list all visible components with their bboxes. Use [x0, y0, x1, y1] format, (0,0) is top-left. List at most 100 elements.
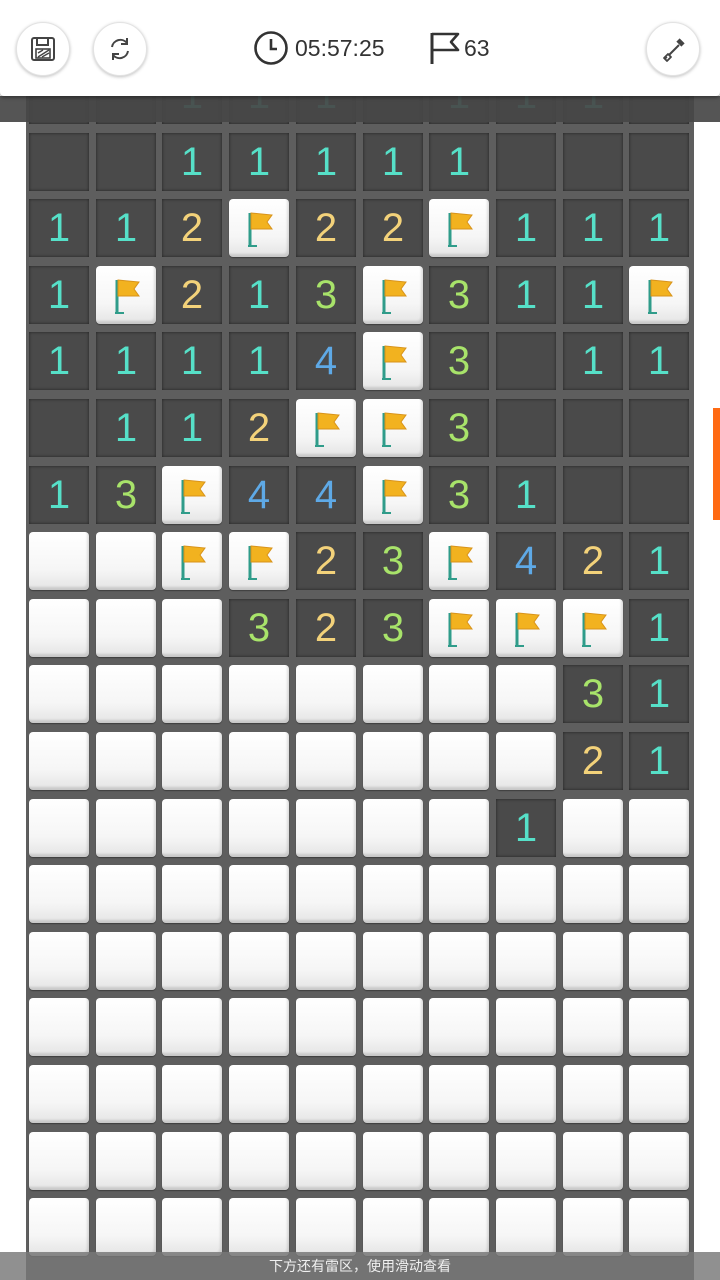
cell-number[interactable]: 1 — [162, 399, 222, 457]
cell-hidden[interactable] — [162, 599, 222, 657]
cell-hidden[interactable] — [96, 665, 156, 723]
cell-hidden[interactable] — [296, 1065, 356, 1123]
cell-number[interactable]: 1 — [563, 199, 623, 257]
cell-number[interactable]: 1 — [229, 332, 289, 390]
cell-flagged[interactable] — [162, 466, 222, 524]
cell-number[interactable]: 1 — [96, 332, 156, 390]
cell-hidden[interactable] — [363, 799, 423, 857]
cell-hidden[interactable] — [229, 1132, 289, 1190]
cell-hidden[interactable] — [29, 665, 89, 723]
cell-empty[interactable] — [496, 332, 556, 390]
cell-hidden[interactable] — [496, 1065, 556, 1123]
cell-hidden[interactable] — [229, 932, 289, 990]
cell-hidden[interactable] — [229, 665, 289, 723]
cell-hidden[interactable] — [29, 865, 89, 923]
cell-hidden[interactable] — [29, 1198, 89, 1256]
cell-flagged[interactable] — [162, 532, 222, 590]
cell-hidden[interactable] — [29, 799, 89, 857]
cell-hidden[interactable] — [96, 865, 156, 923]
cell-hidden[interactable] — [162, 1132, 222, 1190]
cell-hidden[interactable] — [429, 865, 489, 923]
cell-hidden[interactable] — [629, 865, 689, 923]
cell-hidden[interactable] — [629, 932, 689, 990]
cell-flagged[interactable] — [363, 332, 423, 390]
cell-number[interactable]: 3 — [96, 466, 156, 524]
cell-number[interactable]: 1 — [96, 399, 156, 457]
cell-hidden[interactable] — [229, 998, 289, 1056]
cell-number[interactable]: 3 — [363, 599, 423, 657]
cell-hidden[interactable] — [29, 1065, 89, 1123]
cell-hidden[interactable] — [96, 1198, 156, 1256]
cell-hidden[interactable] — [429, 1065, 489, 1123]
cell-number[interactable]: 2 — [162, 199, 222, 257]
cell-hidden[interactable] — [96, 932, 156, 990]
cell-hidden[interactable] — [363, 732, 423, 790]
cell-hidden[interactable] — [563, 1132, 623, 1190]
cell-hidden[interactable] — [496, 1132, 556, 1190]
cell-hidden[interactable] — [29, 1132, 89, 1190]
cell-hidden[interactable] — [363, 1065, 423, 1123]
cell-hidden[interactable] — [296, 732, 356, 790]
cell-hidden[interactable] — [363, 998, 423, 1056]
cell-hidden[interactable] — [229, 865, 289, 923]
cell-flagged[interactable] — [429, 199, 489, 257]
cell-hidden[interactable] — [496, 1198, 556, 1256]
cell-hidden[interactable] — [162, 998, 222, 1056]
cell-hidden[interactable] — [96, 599, 156, 657]
cell-number[interactable]: 1 — [162, 133, 222, 191]
cell-hidden[interactable] — [229, 1198, 289, 1256]
cell-hidden[interactable] — [363, 865, 423, 923]
cell-number[interactable]: 2 — [296, 199, 356, 257]
cell-hidden[interactable] — [96, 1065, 156, 1123]
cell-hidden[interactable] — [296, 932, 356, 990]
cell-hidden[interactable] — [96, 532, 156, 590]
cell-hidden[interactable] — [429, 665, 489, 723]
cell-hidden[interactable] — [563, 799, 623, 857]
scrollbar[interactable] — [713, 408, 720, 520]
cell-hidden[interactable] — [296, 665, 356, 723]
cell-empty[interactable] — [629, 466, 689, 524]
cell-hidden[interactable] — [96, 799, 156, 857]
cell-hidden[interactable] — [429, 1198, 489, 1256]
cell-number[interactable]: 1 — [629, 665, 689, 723]
cell-hidden[interactable] — [162, 799, 222, 857]
cell-number[interactable]: 4 — [229, 466, 289, 524]
cell-empty[interactable] — [563, 399, 623, 457]
cell-number[interactable]: 1 — [629, 532, 689, 590]
cell-flagged[interactable] — [363, 399, 423, 457]
cell-number[interactable]: 3 — [429, 466, 489, 524]
cell-flagged[interactable] — [363, 466, 423, 524]
cell-number[interactable]: 1 — [629, 332, 689, 390]
cell-hidden[interactable] — [496, 865, 556, 923]
cell-empty[interactable] — [29, 133, 89, 191]
cell-number[interactable]: 4 — [496, 532, 556, 590]
cell-number[interactable]: 1 — [162, 332, 222, 390]
cell-hidden[interactable] — [629, 1132, 689, 1190]
cell-hidden[interactable] — [162, 1065, 222, 1123]
cell-hidden[interactable] — [229, 732, 289, 790]
cell-number[interactable]: 3 — [296, 266, 356, 324]
cell-hidden[interactable] — [629, 1198, 689, 1256]
cell-hidden[interactable] — [496, 665, 556, 723]
cell-number[interactable]: 2 — [296, 599, 356, 657]
cell-flagged[interactable] — [429, 599, 489, 657]
cell-hidden[interactable] — [96, 732, 156, 790]
cell-flagged[interactable] — [429, 532, 489, 590]
cell-number[interactable]: 3 — [429, 399, 489, 457]
cell-hidden[interactable] — [563, 932, 623, 990]
cell-hidden[interactable] — [296, 865, 356, 923]
cell-number[interactable]: 1 — [96, 199, 156, 257]
cell-hidden[interactable] — [29, 932, 89, 990]
cell-number[interactable]: 1 — [496, 799, 556, 857]
cell-empty[interactable] — [563, 133, 623, 191]
cell-number[interactable]: 1 — [363, 133, 423, 191]
cell-number[interactable]: 3 — [363, 532, 423, 590]
cell-number[interactable]: 1 — [563, 332, 623, 390]
dig-mode-button[interactable] — [646, 22, 700, 76]
cell-hidden[interactable] — [429, 998, 489, 1056]
cell-number[interactable]: 1 — [29, 466, 89, 524]
cell-hidden[interactable] — [429, 799, 489, 857]
cell-hidden[interactable] — [563, 998, 623, 1056]
cell-hidden[interactable] — [162, 865, 222, 923]
cell-number[interactable]: 1 — [229, 266, 289, 324]
